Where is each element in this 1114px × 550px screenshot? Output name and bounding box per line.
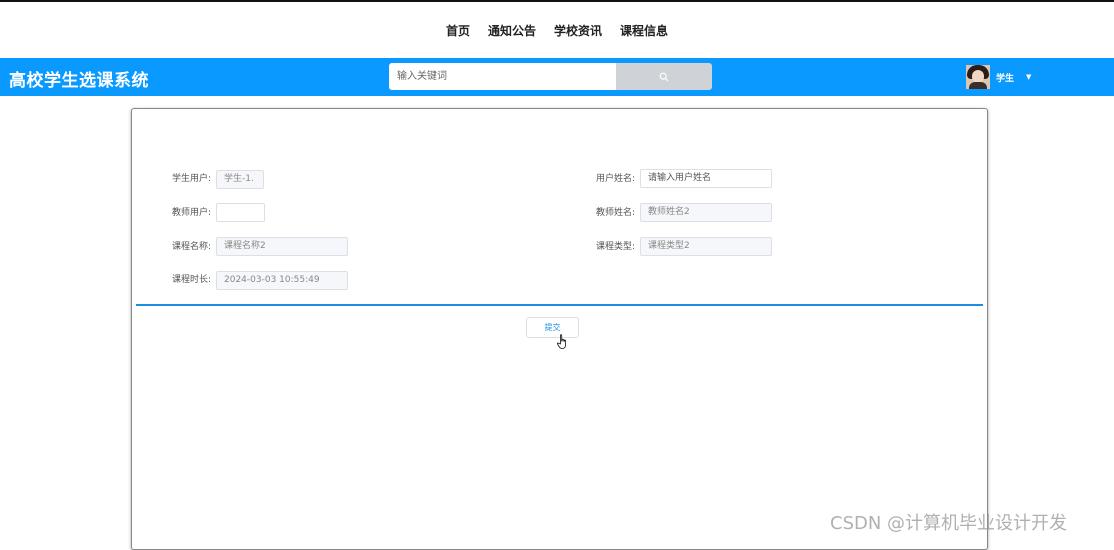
course-type-field[interactable]: 课程类型2 xyxy=(640,237,772,256)
user-name: 学生 xyxy=(996,73,1015,84)
form-divider xyxy=(136,304,983,306)
course-name-field[interactable]: 课程名称2 xyxy=(216,237,348,256)
search-icon xyxy=(659,72,669,81)
nav-school-news[interactable]: 学校资讯 xyxy=(554,22,602,39)
user-name-label: 用户姓名: xyxy=(596,174,636,184)
teacher-name-label: 教师姓名: xyxy=(596,208,636,218)
search-input[interactable] xyxy=(389,63,616,90)
course-name-label: 课程名称: xyxy=(172,242,212,252)
nav-notices[interactable]: 通知公告 xyxy=(488,22,536,39)
watermark: CSDN @计算机毕业设计开发 xyxy=(830,513,1068,534)
student-user-label: 学生用户: xyxy=(172,174,212,184)
avatar xyxy=(966,65,990,89)
student-user-field[interactable]: 学生-1. xyxy=(216,170,264,189)
submit-button[interactable]: 提交 xyxy=(526,317,579,338)
user-menu[interactable]: 学生 ▼ xyxy=(966,62,1031,92)
user-name-field[interactable]: 请输入用户姓名 xyxy=(640,169,772,188)
course-duration-field[interactable]: 2024-03-03 10:55:49 xyxy=(216,271,348,290)
teacher-name-field[interactable]: 教师姓名2 xyxy=(640,203,772,222)
teacher-user-label: 教师用户: xyxy=(172,208,212,218)
caret-down-icon: ▼ xyxy=(1026,73,1032,81)
nav-course-info[interactable]: 课程信息 xyxy=(620,22,668,39)
form-card: 学生用户: 学生-1. 教师用户: 课程名称: 课程名称2 课程时长: 2024… xyxy=(131,108,988,550)
header-bar: 高校学生选课系统 学生 ▼ xyxy=(0,58,1114,96)
top-navigation: 首页 通知公告 学校资讯 课程信息 xyxy=(0,2,1114,58)
search-button[interactable] xyxy=(616,63,712,90)
hand-cursor-icon xyxy=(557,334,566,349)
course-type-label: 课程类型: xyxy=(596,242,636,252)
nav-home[interactable]: 首页 xyxy=(446,22,470,39)
course-duration-label: 课程时长: xyxy=(172,275,212,285)
teacher-user-field[interactable] xyxy=(216,203,265,222)
site-title: 高校学生选课系统 xyxy=(9,71,149,91)
